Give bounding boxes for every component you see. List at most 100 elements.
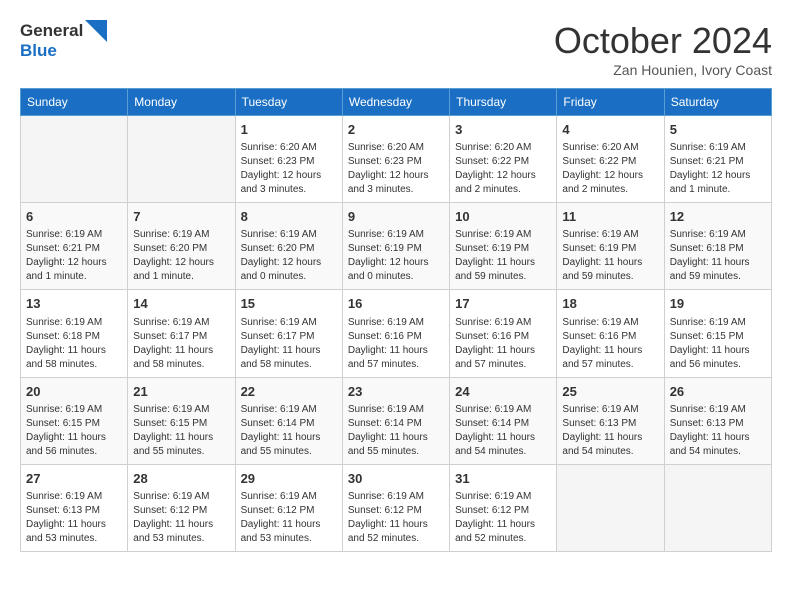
day-info: Sunrise: 6:19 AM Sunset: 6:21 PM Dayligh… bbox=[670, 141, 766, 197]
day-info: Sunrise: 6:19 AM Sunset: 6:18 PM Dayligh… bbox=[26, 316, 122, 372]
calendar-cell: 22 Sunrise: 6:19 AM Sunset: 6:14 PM Dayli… bbox=[235, 377, 342, 464]
calendar-cell: 29 Sunrise: 6:19 AM Sunset: 6:12 PM Dayli… bbox=[235, 464, 342, 551]
calendar-week-row: 6Sunrise: 6:19 AM Sunset: 6:21 PM Daylig… bbox=[21, 203, 772, 290]
day-info: Sunrise: 6:19 AM Sunset: 6:16 PM Dayligh… bbox=[562, 316, 658, 372]
day-info: Sunrise: 6:19 AM Sunset: 6:12 PM Dayligh… bbox=[241, 490, 337, 546]
day-info: Sunrise: 6:19 AM Sunset: 6:19 PM Dayligh… bbox=[348, 228, 444, 284]
calendar-cell: 12 Sunrise: 6:19 AM Sunset: 6:18 PM Dayli… bbox=[664, 203, 771, 290]
day-number: 2 bbox=[348, 121, 444, 139]
day-info: Sunrise: 6:19 AM Sunset: 6:14 PM Dayligh… bbox=[241, 403, 337, 459]
calendar-week-row: 13 Sunrise: 6:19 AM Sunset: 6:18 PM Dayli… bbox=[21, 290, 772, 377]
location-subtitle: Zan Hounien, Ivory Coast bbox=[554, 62, 772, 78]
day-number: 14 bbox=[133, 295, 229, 313]
page-header: General Blue October 2024 Zan Hounien, I… bbox=[20, 20, 772, 78]
weekday-header-sunday: Sunday bbox=[21, 89, 128, 116]
calendar-cell: 4 Sunrise: 6:20 AM Sunset: 6:22 PM Daylig… bbox=[557, 116, 664, 203]
calendar-cell: 11 Sunrise: 6:19 AM Sunset: 6:19 PM Dayli… bbox=[557, 203, 664, 290]
day-info: Sunrise: 6:19 AM Sunset: 6:12 PM Dayligh… bbox=[455, 490, 551, 546]
calendar-cell bbox=[128, 116, 235, 203]
day-number: 20 bbox=[26, 383, 122, 401]
day-number: 24 bbox=[455, 383, 551, 401]
calendar-cell: 31 Sunrise: 6:19 AM Sunset: 6:12 PM Dayli… bbox=[450, 464, 557, 551]
calendar-cell bbox=[21, 116, 128, 203]
calendar-week-row: 1 Sunrise: 6:20 AM Sunset: 6:23 PM Daylig… bbox=[21, 116, 772, 203]
weekday-header-monday: Monday bbox=[128, 89, 235, 116]
calendar-cell: 20Sunrise: 6:19 AM Sunset: 6:15 PM Dayli… bbox=[21, 377, 128, 464]
calendar-cell: 17 Sunrise: 6:19 AM Sunset: 6:16 PM Dayli… bbox=[450, 290, 557, 377]
day-number: 5 bbox=[670, 121, 766, 139]
calendar-cell: 21Sunrise: 6:19 AM Sunset: 6:15 PM Dayli… bbox=[128, 377, 235, 464]
calendar-cell: 28 Sunrise: 6:19 AM Sunset: 6:12 PM Dayli… bbox=[128, 464, 235, 551]
calendar-cell bbox=[557, 464, 664, 551]
calendar-week-row: 27Sunrise: 6:19 AM Sunset: 6:13 PM Dayli… bbox=[21, 464, 772, 551]
calendar-cell: 3 Sunrise: 6:20 AM Sunset: 6:22 PM Daylig… bbox=[450, 116, 557, 203]
day-number: 25 bbox=[562, 383, 658, 401]
calendar-cell: 13 Sunrise: 6:19 AM Sunset: 6:18 PM Dayli… bbox=[21, 290, 128, 377]
calendar-cell: 8Sunrise: 6:19 AM Sunset: 6:20 PM Daylig… bbox=[235, 203, 342, 290]
day-number: 1 bbox=[241, 121, 337, 139]
calendar-cell: 7Sunrise: 6:19 AM Sunset: 6:20 PM Daylig… bbox=[128, 203, 235, 290]
calendar-cell: 5 Sunrise: 6:19 AM Sunset: 6:21 PM Daylig… bbox=[664, 116, 771, 203]
day-number: 15 bbox=[241, 295, 337, 313]
month-title: October 2024 bbox=[554, 20, 772, 62]
calendar-cell: 15 Sunrise: 6:19 AM Sunset: 6:17 PM Dayli… bbox=[235, 290, 342, 377]
day-info: Sunrise: 6:19 AM Sunset: 6:19 PM Dayligh… bbox=[455, 228, 551, 284]
day-number: 4 bbox=[562, 121, 658, 139]
day-info: Sunrise: 6:19 AM Sunset: 6:12 PM Dayligh… bbox=[133, 490, 229, 546]
weekday-header-friday: Friday bbox=[557, 89, 664, 116]
day-number: 31 bbox=[455, 470, 551, 488]
calendar-cell: 6Sunrise: 6:19 AM Sunset: 6:21 PM Daylig… bbox=[21, 203, 128, 290]
calendar-cell: 9 Sunrise: 6:19 AM Sunset: 6:19 PM Daylig… bbox=[342, 203, 449, 290]
day-info: Sunrise: 6:19 AM Sunset: 6:16 PM Dayligh… bbox=[455, 316, 551, 372]
day-number: 19 bbox=[670, 295, 766, 313]
title-block: October 2024 Zan Hounien, Ivory Coast bbox=[554, 20, 772, 78]
calendar-cell: 24Sunrise: 6:19 AM Sunset: 6:14 PM Dayli… bbox=[450, 377, 557, 464]
day-info: Sunrise: 6:19 AM Sunset: 6:18 PM Dayligh… bbox=[670, 228, 766, 284]
day-info: Sunrise: 6:20 AM Sunset: 6:23 PM Dayligh… bbox=[241, 141, 337, 197]
calendar-cell bbox=[664, 464, 771, 551]
day-info: Sunrise: 6:19 AM Sunset: 6:20 PM Dayligh… bbox=[133, 228, 229, 284]
day-number: 29 bbox=[241, 470, 337, 488]
day-number: 9 bbox=[348, 208, 444, 226]
weekday-header-row: SundayMondayTuesdayWednesdayThursdayFrid… bbox=[21, 89, 772, 116]
calendar-cell: 19Sunrise: 6:19 AM Sunset: 6:15 PM Dayli… bbox=[664, 290, 771, 377]
day-number: 18 bbox=[562, 295, 658, 313]
day-number: 16 bbox=[348, 295, 444, 313]
weekday-header-saturday: Saturday bbox=[664, 89, 771, 116]
day-info: Sunrise: 6:19 AM Sunset: 6:19 PM Dayligh… bbox=[562, 228, 658, 284]
day-info: Sunrise: 6:20 AM Sunset: 6:23 PM Dayligh… bbox=[348, 141, 444, 197]
calendar-cell: 14Sunrise: 6:19 AM Sunset: 6:17 PM Dayli… bbox=[128, 290, 235, 377]
day-number: 27 bbox=[26, 470, 122, 488]
day-info: Sunrise: 6:19 AM Sunset: 6:12 PM Dayligh… bbox=[348, 490, 444, 546]
calendar-table: SundayMondayTuesdayWednesdayThursdayFrid… bbox=[20, 88, 772, 552]
day-number: 3 bbox=[455, 121, 551, 139]
day-number: 28 bbox=[133, 470, 229, 488]
calendar-cell: 2 Sunrise: 6:20 AM Sunset: 6:23 PM Daylig… bbox=[342, 116, 449, 203]
logo-triangle-icon bbox=[85, 20, 107, 42]
day-number: 22 bbox=[241, 383, 337, 401]
calendar-cell: 30Sunrise: 6:19 AM Sunset: 6:12 PM Dayli… bbox=[342, 464, 449, 551]
day-number: 17 bbox=[455, 295, 551, 313]
calendar-cell: 23Sunrise: 6:19 AM Sunset: 6:14 PM Dayli… bbox=[342, 377, 449, 464]
calendar-cell: 16 Sunrise: 6:19 AM Sunset: 6:16 PM Dayli… bbox=[342, 290, 449, 377]
day-number: 12 bbox=[670, 208, 766, 226]
day-number: 26 bbox=[670, 383, 766, 401]
day-info: Sunrise: 6:19 AM Sunset: 6:20 PM Dayligh… bbox=[241, 228, 337, 284]
day-info: Sunrise: 6:19 AM Sunset: 6:16 PM Dayligh… bbox=[348, 316, 444, 372]
calendar-cell: 1 Sunrise: 6:20 AM Sunset: 6:23 PM Daylig… bbox=[235, 116, 342, 203]
day-number: 23 bbox=[348, 383, 444, 401]
day-info: Sunrise: 6:19 AM Sunset: 6:13 PM Dayligh… bbox=[562, 403, 658, 459]
calendar-cell: 10 Sunrise: 6:19 AM Sunset: 6:19 PM Dayli… bbox=[450, 203, 557, 290]
day-number: 11 bbox=[562, 208, 658, 226]
day-number: 6 bbox=[26, 208, 122, 226]
weekday-header-wednesday: Wednesday bbox=[342, 89, 449, 116]
day-info: Sunrise: 6:19 AM Sunset: 6:13 PM Dayligh… bbox=[670, 403, 766, 459]
calendar-cell: 26 Sunrise: 6:19 AM Sunset: 6:13 PM Dayli… bbox=[664, 377, 771, 464]
day-number: 13 bbox=[26, 295, 122, 313]
day-info: Sunrise: 6:20 AM Sunset: 6:22 PM Dayligh… bbox=[562, 141, 658, 197]
day-info: Sunrise: 6:20 AM Sunset: 6:22 PM Dayligh… bbox=[455, 141, 551, 197]
day-info: Sunrise: 6:19 AM Sunset: 6:15 PM Dayligh… bbox=[133, 403, 229, 459]
logo: General Blue bbox=[20, 20, 107, 61]
day-number: 10 bbox=[455, 208, 551, 226]
day-info: Sunrise: 6:19 AM Sunset: 6:17 PM Dayligh… bbox=[241, 316, 337, 372]
